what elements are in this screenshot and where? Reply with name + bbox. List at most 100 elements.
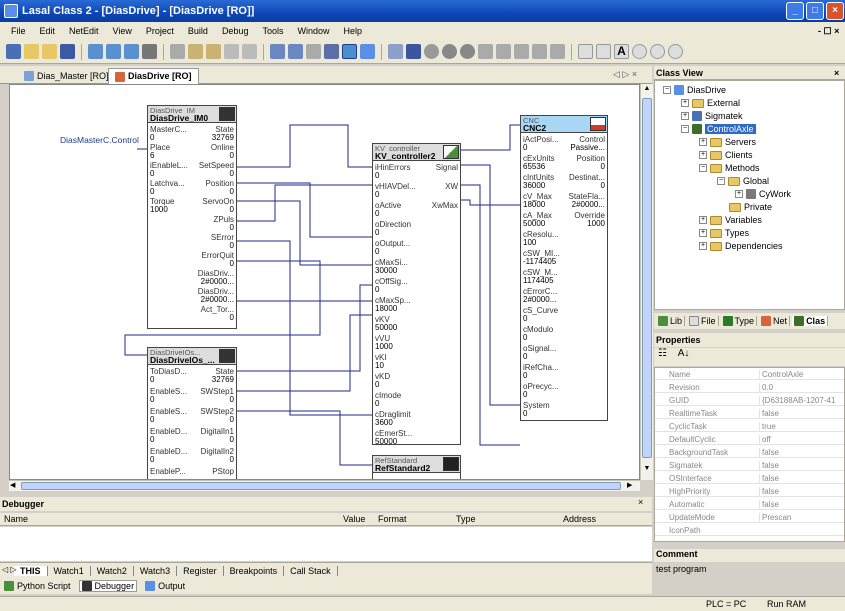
tree-node-types[interactable]: + Types	[699, 228, 749, 238]
transfer-icon[interactable]	[306, 44, 321, 59]
scroll-thumb[interactable]	[642, 98, 652, 458]
pin-input-value[interactable]: 6	[150, 152, 154, 160]
tree-node-global[interactable]: − Global	[717, 176, 769, 186]
debugger-list[interactable]	[0, 527, 652, 561]
collapse-icon[interactable]: −	[663, 86, 671, 94]
comment-text[interactable]: test program	[656, 564, 707, 574]
function-block-diasdrive-im0[interactable]: DiasDrive_IM DiasDrive_IM0 MasterC... 0 St…	[147, 105, 237, 329]
expand-icon[interactable]: +	[681, 112, 689, 120]
col-format[interactable]: Format	[378, 514, 407, 524]
pin-output-value[interactable]: 0	[230, 224, 234, 232]
pin-output-value[interactable]: 2#0000...	[201, 278, 234, 286]
menu-tools[interactable]: Tools	[255, 26, 290, 36]
tree-node-private[interactable]: Private	[729, 202, 772, 212]
step-icon[interactable]	[478, 44, 493, 59]
tree-node-methods[interactable]: − Methods	[699, 163, 760, 173]
tree-node-cywork[interactable]: + CyWork	[735, 189, 791, 199]
menu-view[interactable]: View	[106, 26, 139, 36]
pin-output-value[interactable]: 0	[230, 456, 234, 464]
pin-input-value[interactable]: 0	[150, 170, 154, 178]
property-row[interactable]: UpdateMode Prescan	[655, 511, 844, 523]
pin-output-value[interactable]: 0	[230, 416, 234, 424]
pin-output-value[interactable]: 32769	[212, 134, 234, 142]
property-row[interactable]: DefaultCyclic off	[655, 433, 844, 445]
monitor-icon[interactable]	[324, 44, 339, 59]
pin-input-value[interactable]: 0	[523, 315, 527, 323]
copy-icon[interactable]	[188, 44, 203, 59]
pin-output-value[interactable]: 0	[601, 163, 605, 171]
pin-input-value[interactable]: 1174405	[523, 277, 554, 285]
pin-input-value[interactable]: 0	[150, 188, 154, 196]
property-value[interactable]: true	[759, 422, 776, 431]
windows-icon[interactable]	[106, 44, 121, 59]
pin-input-value[interactable]: 50000	[375, 438, 397, 446]
categorized-icon[interactable]: ☷	[658, 348, 667, 359]
hand-icon[interactable]	[596, 44, 611, 59]
property-value[interactable]: 0.0	[759, 383, 773, 392]
pin-output-value[interactable]: 0	[230, 170, 234, 178]
col-name[interactable]: Name	[4, 514, 28, 524]
print-icon[interactable]	[142, 44, 157, 59]
property-value[interactable]: false	[759, 474, 779, 483]
col-type[interactable]: Type	[456, 514, 476, 524]
pin-input-value[interactable]: 0	[523, 410, 527, 418]
property-value[interactable]: ControlAxle	[759, 370, 803, 379]
property-value[interactable]: false	[759, 500, 779, 509]
scroll-right-icon[interactable]: ▶	[627, 481, 637, 491]
step-into-icon[interactable]	[496, 44, 511, 59]
property-row[interactable]: Automatic false	[655, 498, 844, 510]
zoom-out-icon[interactable]	[668, 44, 683, 59]
compile-icon[interactable]	[270, 44, 285, 59]
expand-icon[interactable]: +	[699, 242, 707, 250]
property-value[interactable]: false	[759, 487, 779, 496]
tree-node-sigmatek[interactable]: + Sigmatek	[681, 111, 743, 121]
tab-call-stack[interactable]: Call Stack	[284, 565, 338, 576]
cut-icon[interactable]	[170, 44, 185, 59]
tree-node-controlaxle[interactable]: − ControlAxle	[681, 124, 756, 134]
pin-input-value[interactable]: 0	[150, 134, 154, 142]
pin-input-value[interactable]: 50000	[375, 324, 397, 332]
menu-file[interactable]: File	[4, 26, 33, 36]
expand-icon[interactable]: +	[699, 138, 707, 146]
tree-node-servers[interactable]: + Servers	[699, 137, 756, 147]
property-row[interactable]: IconPath	[655, 524, 844, 536]
expand-icon[interactable]: +	[699, 151, 707, 159]
pin-input-value[interactable]: 0	[150, 376, 154, 384]
font-icon[interactable]: A	[614, 44, 629, 59]
pin-input-value[interactable]: 18000	[375, 305, 397, 313]
pin-input-value[interactable]: 2#0000...	[523, 296, 556, 304]
build-icon[interactable]	[288, 44, 303, 59]
debugger-close-button[interactable]: ×	[638, 497, 643, 507]
tab-net[interactable]: Net	[759, 316, 791, 326]
tab-watch2[interactable]: Watch2	[91, 565, 134, 576]
pin-output-value[interactable]: 0	[230, 260, 234, 268]
pin-input-value[interactable]: 0	[523, 144, 527, 152]
zoom-in-icon[interactable]	[650, 44, 665, 59]
property-row[interactable]: Revision 0.0	[655, 381, 844, 393]
pin-input-value[interactable]: 3600	[375, 419, 393, 427]
pin-input-value[interactable]: 18000	[523, 201, 545, 209]
pin-input-value[interactable]: 0	[523, 391, 527, 399]
paste-icon[interactable]	[206, 44, 221, 59]
step-out-icon[interactable]	[532, 44, 547, 59]
pin-input-value[interactable]: 0	[375, 286, 379, 294]
maximize-button[interactable]: □	[806, 2, 824, 20]
property-value[interactable]: {D63188AB-1207-41	[759, 396, 835, 405]
tab-nav[interactable]: ◁ ▷ ×	[613, 69, 637, 80]
stop-icon[interactable]	[406, 44, 421, 59]
tab-watch3[interactable]: Watch3	[134, 565, 178, 576]
pin-input-value[interactable]: 0	[150, 396, 154, 404]
tab-debugger[interactable]: Debugger	[78, 580, 138, 592]
open-folder-icon[interactable]	[42, 44, 57, 59]
pin-input-value[interactable]: 0	[150, 436, 154, 444]
pin-input-value[interactable]: 0	[523, 334, 527, 342]
tab-lib[interactable]: Lib	[656, 316, 686, 326]
tree-node-external[interactable]: + External	[681, 98, 740, 108]
scroll-left-icon[interactable]: ◀	[10, 481, 20, 491]
function-block-refstandard2[interactable]: RefStandard RefStandard2	[372, 455, 461, 479]
col-value[interactable]: Value	[343, 514, 365, 524]
pin-output-value[interactable]: Passive...	[570, 144, 605, 152]
property-value[interactable]: off	[759, 435, 771, 444]
tab-breakpoints[interactable]: Breakpoints	[224, 565, 285, 576]
scroll-up-icon[interactable]: ▲	[642, 85, 652, 95]
